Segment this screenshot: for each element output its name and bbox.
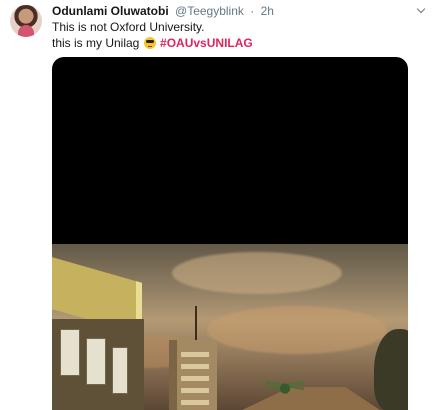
hashtag-link[interactable]: #OAUvsUNILAG: [160, 36, 253, 50]
tower-building: [169, 306, 217, 410]
building-window: [86, 338, 106, 385]
tower-window: [181, 364, 209, 369]
cloud-shape: [172, 252, 342, 294]
tower-window: [181, 376, 209, 381]
tower-window: [181, 388, 209, 393]
right-roof: [238, 387, 383, 410]
author-handle[interactable]: @Teegyblink: [175, 4, 244, 18]
tree-silhouette: [374, 329, 408, 410]
chevron-down-icon[interactable]: [417, 6, 427, 14]
tweet-text-line-1: This is not Oxford University.: [52, 20, 205, 34]
tweet-text-prefix: this is my Unilag: [52, 36, 140, 50]
separator-dot: ·: [250, 4, 255, 18]
tower-window: [181, 352, 209, 357]
palm-tree-icon: [266, 376, 304, 394]
author-name[interactable]: Odunlami Oluwatobi: [52, 4, 169, 18]
tweet-header: Odunlami Oluwatobi @Teegyblink · 2h: [52, 4, 274, 18]
building-window: [60, 329, 80, 376]
tweet-time[interactable]: 2h: [261, 4, 274, 18]
avatar[interactable]: [10, 5, 42, 37]
cloud-shape: [207, 306, 387, 354]
sunglasses-face-icon: [143, 37, 156, 49]
left-building: [52, 319, 144, 410]
building-window: [112, 347, 128, 394]
tweet-text-line-2: this is my Unilag #OAUvsUNILAG: [52, 36, 253, 50]
tweet-media[interactable]: [52, 57, 408, 410]
tower-window: [181, 400, 209, 405]
campus-photo: [52, 244, 408, 410]
